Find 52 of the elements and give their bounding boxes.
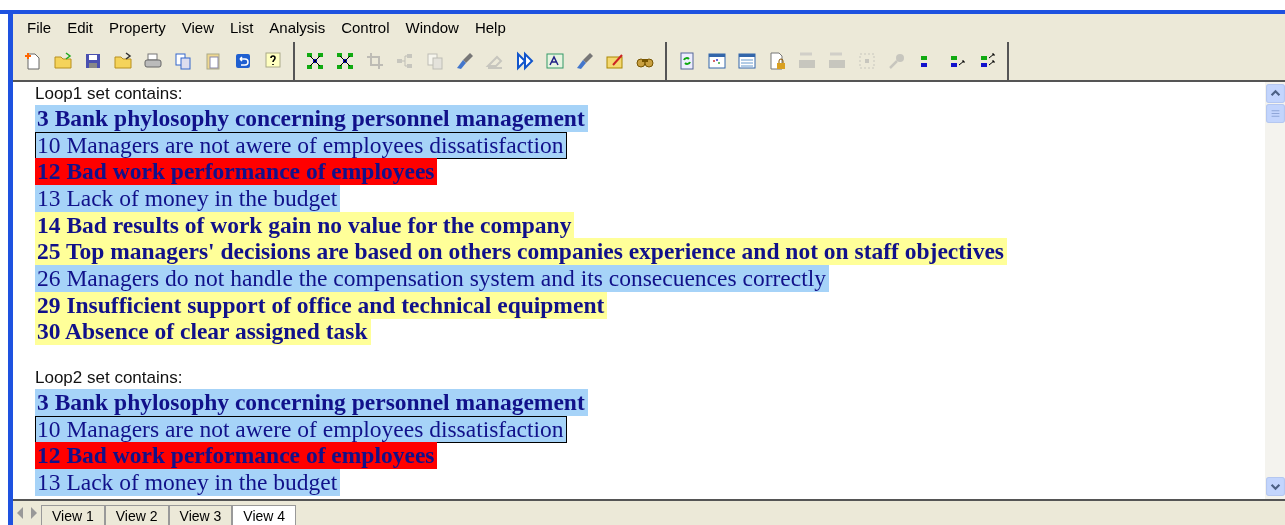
menu-item[interactable]: Property: [101, 19, 174, 36]
network-icon[interactable]: [305, 51, 325, 71]
folder-icon[interactable]: [113, 51, 133, 71]
new-document-icon[interactable]: [23, 51, 43, 71]
section-heading: Loop2 set contains:: [35, 367, 184, 390]
menu-item[interactable]: View: [173, 19, 222, 36]
double-chevron-icon[interactable]: [515, 51, 535, 71]
factor-entry[interactable]: 25 Top managers' decisions are based on others companies experience and not on staff objectives: [35, 238, 1007, 266]
factor-entry[interactable]: 29 Insufficient support of office and technical equipment: [35, 291, 608, 319]
scroll-thumb[interactable]: [1265, 104, 1285, 123]
factor-entry[interactable]: 30 Absence of clear assigned task: [35, 318, 371, 346]
menu-item[interactable]: Window: [397, 19, 467, 36]
menu-item[interactable]: Analysis: [261, 19, 334, 36]
scroll-up-button[interactable]: [1265, 84, 1285, 103]
copy-icon[interactable]: [173, 51, 193, 71]
factor-entry[interactable]: 14 Bad results of work gain no value for the company: [35, 211, 575, 239]
tab-scroll-right-icon[interactable]: [29, 506, 39, 520]
menu-item[interactable]: Control: [333, 19, 398, 36]
printer-icon[interactable]: [143, 51, 163, 71]
menu-item[interactable]: File: [19, 19, 60, 36]
factor-entry[interactable]: 13 Lack of money in the budget: [35, 184, 341, 212]
view-tab[interactable]: View 2: [104, 505, 169, 525]
view-tab[interactable]: View 3: [168, 505, 233, 525]
undo-icon[interactable]: [233, 51, 253, 71]
save-icon[interactable]: [83, 51, 103, 71]
factor-entry[interactable]: 13 Lack of money in the budget: [35, 469, 341, 497]
view-tab[interactable]: View 1: [41, 505, 105, 525]
menu-item[interactable]: List: [222, 19, 262, 36]
factor-entry[interactable]: 26 Managers do not handle the compensation system and its consecuences correctly: [35, 264, 829, 292]
factor-entry[interactable]: 12 Bad work performance of employees: [35, 442, 438, 470]
factor-entry[interactable]: 3 Bank phylosophy concerning personnel management: [35, 389, 588, 417]
refresh-icon[interactable]: [677, 51, 697, 71]
factor-entry[interactable]: 3 Bank phylosophy concerning personnel management: [35, 104, 588, 132]
help-icon[interactable]: [263, 51, 283, 71]
list-window-icon[interactable]: [737, 51, 757, 71]
window-icon[interactable]: [707, 51, 727, 71]
brush-icon[interactable]: [575, 51, 595, 71]
clipboard-icon[interactable]: [203, 51, 223, 71]
factor-entry[interactable]: 12 Bad work performance of employees: [35, 158, 438, 186]
tab-scroll-left-icon[interactable]: [15, 506, 25, 520]
scroll-down-button[interactable]: [1265, 477, 1285, 496]
network-icon[interactable]: [335, 51, 355, 71]
section-heading: Loop1 set contains:: [35, 83, 184, 105]
factor-entry[interactable]: 10 Managers are not awere of employees dissatisfaction: [35, 415, 567, 443]
locked-document-icon[interactable]: [767, 51, 787, 71]
scrollbar[interactable]: [1265, 82, 1285, 499]
factor-entry[interactable]: 10 Managers are not awere of employees dissatisfaction: [35, 131, 567, 159]
brush-icon[interactable]: [455, 51, 475, 71]
menu-item[interactable]: Edit: [59, 19, 102, 36]
menu-item[interactable]: Help: [466, 19, 514, 36]
view-tab[interactable]: View 4: [232, 505, 297, 525]
open-folder-icon[interactable]: [53, 51, 73, 71]
